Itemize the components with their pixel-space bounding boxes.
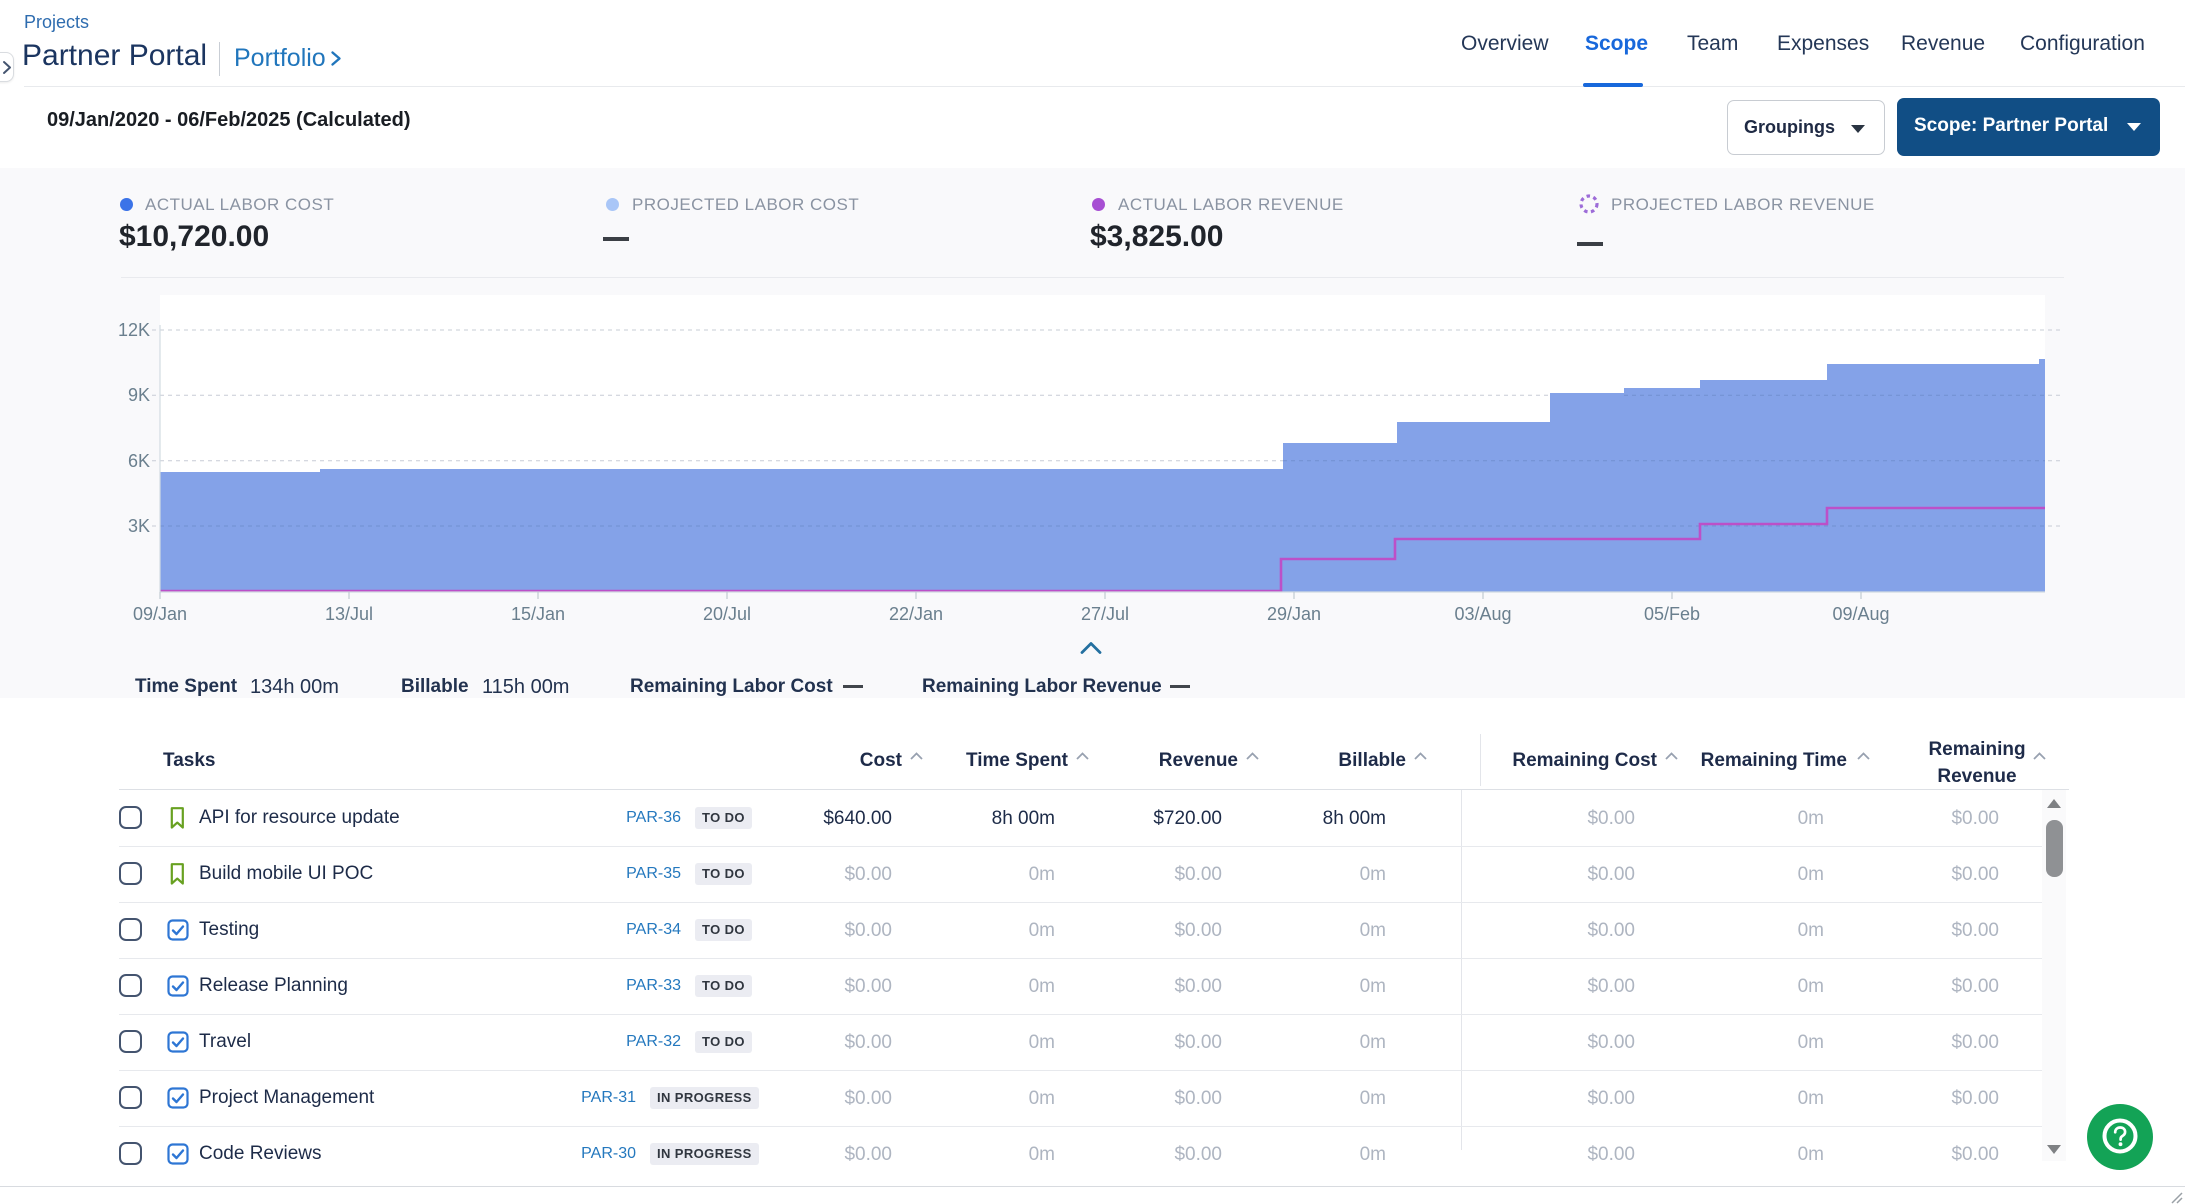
svg-text:22/Jan: 22/Jan [889, 604, 943, 624]
svg-text:05/Feb: 05/Feb [1644, 604, 1700, 624]
svg-text:03/Aug: 03/Aug [1454, 604, 1511, 624]
svg-text:13/Jul: 13/Jul [325, 604, 373, 624]
svg-text:6K: 6K [128, 451, 150, 471]
svg-text:12K: 12K [118, 320, 150, 340]
svg-text:29/Jan: 29/Jan [1267, 604, 1321, 624]
svg-text:20/Jul: 20/Jul [703, 604, 751, 624]
svg-text:3K: 3K [128, 516, 150, 536]
svg-text:09/Aug: 09/Aug [1832, 604, 1889, 624]
svg-text:09/Jan: 09/Jan [133, 604, 187, 624]
svg-text:9K: 9K [128, 385, 150, 405]
svg-text:27/Jul: 27/Jul [1081, 604, 1129, 624]
svg-text:15/Jan: 15/Jan [511, 604, 565, 624]
